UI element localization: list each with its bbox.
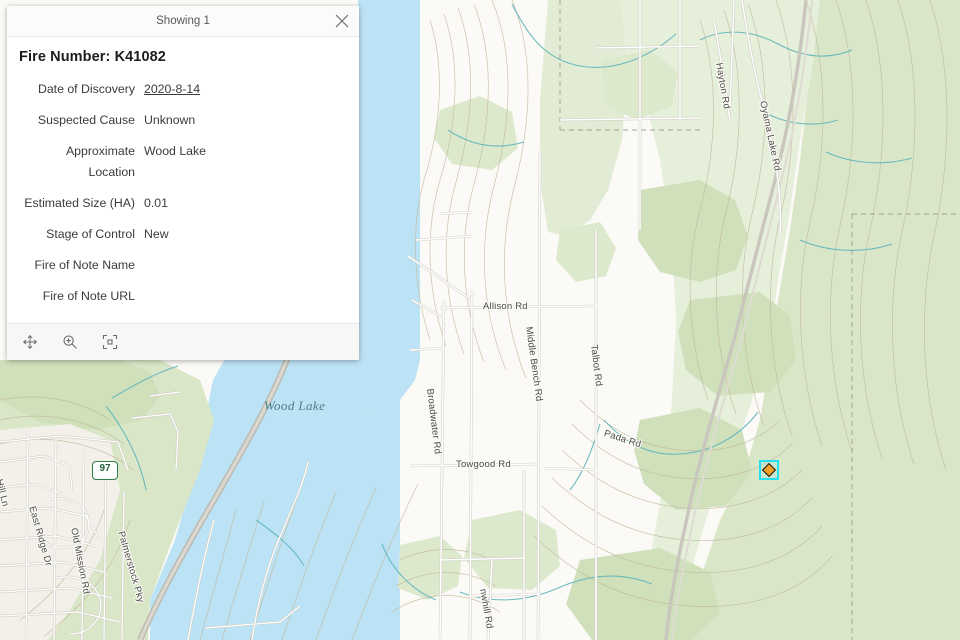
- attr-label-fire-of-note-url: Fire of Note URL: [42, 289, 135, 303]
- table-row: Fire of Note URL: [17, 286, 349, 317]
- map-label-wood-lake: Wood Lake: [264, 398, 326, 413]
- attr-label-estimated-size: Estimated Size (HA): [24, 196, 135, 210]
- attr-value-stage-of-control: New: [144, 227, 169, 241]
- table-row: Approximate Location Wood Lake: [17, 141, 349, 193]
- attr-value-fire-of-note-name: [144, 255, 349, 286]
- highway-97-shield: 97: [92, 461, 118, 480]
- table-row: Suspected Cause Unknown: [17, 110, 349, 141]
- zoom-to-extent-icon[interactable]: [99, 331, 121, 353]
- attr-label-fire-of-note-name: Fire of Note Name: [34, 258, 135, 272]
- table-row: Estimated Size (HA) 0.01: [17, 193, 349, 224]
- attr-value-estimated-size: 0.01: [144, 196, 168, 210]
- popup-title: Showing 1: [156, 15, 210, 27]
- attr-value-fire-of-note-url: [144, 286, 349, 317]
- popup-body: Fire Number: K41082 Date of Discovery 20…: [7, 37, 359, 323]
- map-application: Wood Lake Hayton Rd Oyama Lake Rd Alliso…: [0, 0, 960, 640]
- attr-value-approximate-location: Wood Lake: [144, 144, 206, 158]
- fire-diamond-icon: [761, 462, 777, 478]
- popup-header: Showing 1: [7, 6, 359, 37]
- attr-label-suspected-cause: Suspected Cause: [37, 113, 135, 127]
- table-row: Fire of Note Name: [17, 255, 349, 286]
- attr-label-stage-of-control: Stage of Control: [46, 227, 135, 241]
- magnifier-plus-icon[interactable]: [59, 331, 81, 353]
- attr-value-suspected-cause: Unknown: [144, 113, 196, 127]
- pan-arrows-icon[interactable]: [19, 331, 41, 353]
- attr-label-approximate-location: Approximate Location: [65, 144, 135, 179]
- feature-popup: Showing 1 Fire Number: K41082 Date of Di…: [7, 6, 359, 360]
- fire-incident-marker[interactable]: [759, 460, 779, 480]
- fire-number-heading: Fire Number: K41082: [19, 49, 166, 65]
- attribute-table: Date of Discovery 2020-8-14 Suspected Ca…: [17, 79, 349, 317]
- attr-label-date-of-discovery: Date of Discovery: [37, 82, 135, 96]
- popup-toolbar: [7, 323, 359, 360]
- table-row: Stage of Control New: [17, 224, 349, 255]
- map-label-allison-rd: Allison Rd: [483, 301, 528, 312]
- map-label-towgood-rd: Towgood Rd: [456, 459, 511, 470]
- close-icon[interactable]: [330, 9, 354, 33]
- attr-value-date-of-discovery[interactable]: 2020-8-14: [144, 79, 349, 110]
- table-row: Date of Discovery 2020-8-14: [17, 79, 349, 110]
